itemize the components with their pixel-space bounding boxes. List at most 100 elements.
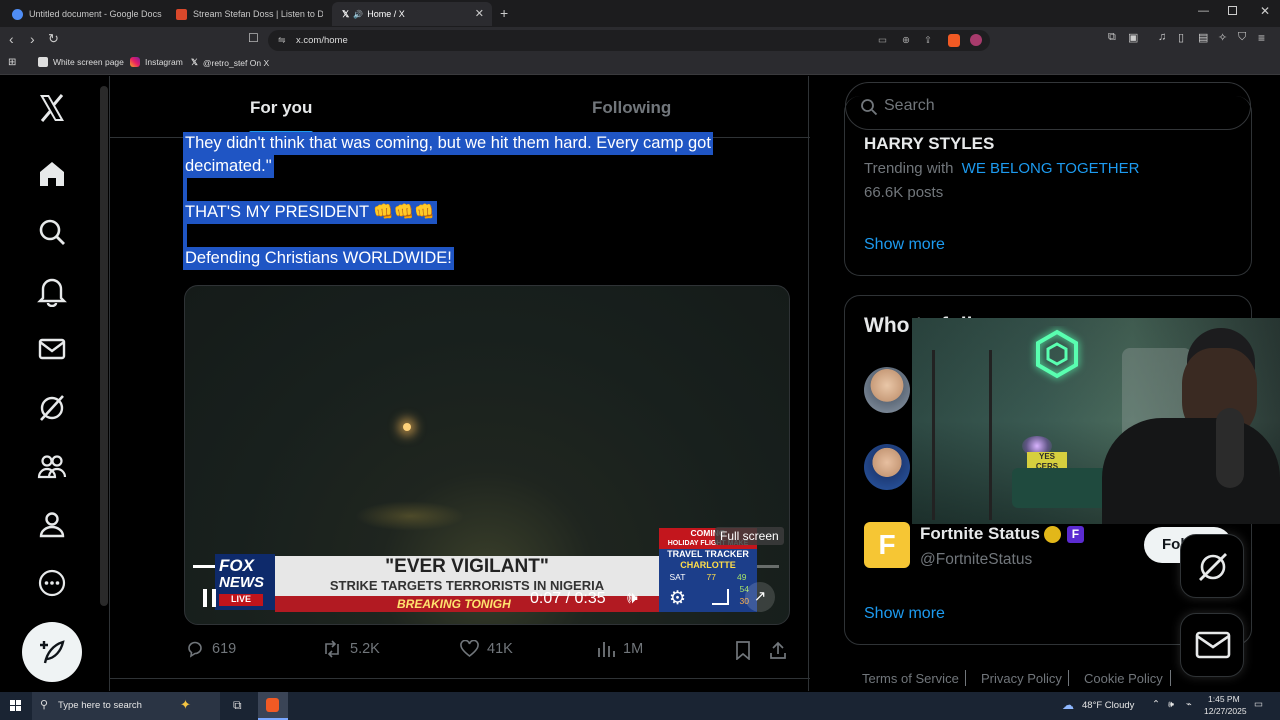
picture-in-picture-icon[interactable] (712, 589, 729, 605)
trend-posts: 66.6K posts (864, 184, 944, 201)
trend-with-label: Trending with (864, 160, 954, 177)
tab-following[interactable]: Following (592, 98, 671, 118)
bookmark-page-icon[interactable]: ☐ (248, 31, 259, 45)
brave-rewards-icon[interactable] (970, 34, 982, 46)
taskbar-brave-app[interactable] (258, 692, 288, 720)
tab-home-x[interactable]: 𝕏 🔊 Home / X ✕ (332, 2, 492, 26)
menu-icon[interactable]: ≡ (1258, 31, 1265, 45)
network-tray-icon[interactable]: ⌁ (1186, 699, 1192, 710)
tab-for-you[interactable]: For you (250, 98, 312, 118)
explore-search-icon[interactable] (36, 216, 68, 248)
messages-envelope-icon[interactable] (36, 333, 68, 365)
nav-scrollbar[interactable] (100, 86, 108, 606)
volume-tray-icon[interactable]: 🕪 (1168, 699, 1174, 710)
logo-text: NEWS (219, 574, 264, 591)
views-button[interactable]: 1M (597, 640, 643, 658)
notification-center-icon[interactable]: ▭ (1254, 699, 1263, 710)
tray-chevron-icon[interactable]: ⌃ (1152, 699, 1160, 710)
close-window-icon[interactable]: ✕ (1260, 4, 1270, 18)
tab-title: Untitled document - Google Docs (29, 9, 162, 19)
timeline-column: For you Following They didn't think that… (109, 76, 810, 691)
taskbar-time[interactable]: 1:45 PM (1208, 694, 1240, 704)
fullscreen-button[interactable]: ↗ (745, 582, 775, 612)
apps-grid-icon[interactable]: ⊞ (8, 57, 16, 68)
windows-start-icon[interactable] (10, 700, 22, 712)
sidebar-icon[interactable]: ▯ (1178, 31, 1184, 44)
footer-privacy-link[interactable]: Privacy Policy (981, 671, 1062, 686)
notifications-bell-icon[interactable] (36, 275, 68, 307)
extensions-icon[interactable]: ⧉ (1108, 31, 1116, 44)
like-button[interactable]: 41K (460, 640, 513, 658)
messages-floating-button[interactable] (1180, 613, 1244, 677)
fortnite-avatar[interactable]: F (864, 522, 910, 568)
url-field[interactable]: ⇋ x.com/home ▭ ⊕ ⇪ (268, 30, 990, 51)
footer-terms-link[interactable]: Terms of Service (862, 671, 959, 686)
breaking-text: BREAKING TONIGH (397, 597, 511, 611)
trend-with-tag[interactable]: WE BELONG TOGETHER (962, 160, 1140, 177)
back-icon[interactable]: ‹ (9, 31, 14, 47)
bookmark-label: Instagram (145, 57, 183, 67)
tab-stream[interactable]: Stream Stefan Doss | Listen to Decen (166, 2, 328, 26)
communities-icon[interactable] (36, 450, 68, 482)
avatar[interactable] (864, 367, 910, 413)
restore-icon[interactable] (1228, 6, 1237, 15)
profile-icon[interactable] (36, 508, 68, 540)
video-player[interactable]: FOX NEWS LIVE "EVER VIGILANT" STRIKE TAR… (184, 285, 790, 625)
compose-post-button[interactable] (22, 622, 82, 682)
more-options-icon[interactable] (36, 567, 68, 599)
grok-floating-button[interactable] (1180, 534, 1244, 598)
reply-count: 619 (212, 641, 237, 657)
like-count: 41K (487, 641, 513, 657)
wallet-icon[interactable]: ▤ (1198, 31, 1208, 44)
forward-icon[interactable]: › (30, 31, 35, 47)
zoom-icon[interactable]: ⊕ (902, 30, 910, 51)
repost-count: 5.2K (350, 641, 380, 657)
bookmark-label: White screen page (53, 57, 124, 67)
share-icon[interactable]: ⇪ (924, 30, 932, 51)
taskbar-weather[interactable]: 48°F Cloudy (1082, 700, 1134, 711)
bookmark-instagram[interactable]: Instagram (130, 57, 183, 67)
neon-hexagon-lights (1036, 329, 1078, 379)
brave-shield-icon[interactable] (948, 34, 960, 47)
settings-gear-icon[interactable]: ⚙ (669, 587, 686, 610)
shelf (932, 350, 992, 520)
close-tab-icon[interactable]: ✕ (475, 7, 484, 20)
screenshot-icon[interactable]: ▣ (1128, 31, 1138, 44)
reply-bubble-icon (188, 641, 202, 658)
x-logo-icon[interactable] (36, 92, 68, 124)
bookmark-white-screen[interactable]: White screen page (38, 57, 124, 67)
account-name-row[interactable]: Fortnite Status F (920, 524, 1084, 544)
reply-button[interactable]: 619 (186, 640, 236, 658)
panel-text: SAT (669, 572, 686, 582)
cast-icon[interactable]: ▭ (878, 30, 887, 51)
grok-icon[interactable] (36, 392, 68, 424)
bookmark-icon[interactable] (735, 641, 751, 660)
heart-icon (460, 640, 479, 658)
tab-google-docs[interactable]: Untitled document - Google Docs (2, 2, 164, 26)
bookmarks-bar: ⊞ White screen page Instagram 𝕏 @retro_s… (0, 53, 1280, 75)
volume-icon[interactable]: 🕪 (627, 588, 638, 608)
vpn-icon[interactable]: ⛉ (1238, 31, 1246, 44)
account-handle: @FortniteStatus (920, 551, 1033, 568)
search-highlight-icon: ✦ (180, 697, 191, 712)
home-icon[interactable] (36, 158, 68, 190)
search-input[interactable]: Search (845, 82, 1251, 130)
task-view-icon[interactable]: ⧉ (233, 698, 242, 713)
media-icon[interactable]: ♫ (1158, 31, 1166, 43)
leo-ai-icon[interactable]: ✧ (1218, 31, 1227, 44)
footer-cookie-link[interactable]: Cookie Policy (1084, 671, 1163, 686)
show-more-link[interactable]: Show more (864, 605, 945, 623)
share-post-icon[interactable] (769, 641, 787, 660)
trend-title[interactable]: HARRY STYLES (864, 134, 994, 154)
repost-button[interactable]: 5.2K (322, 640, 380, 658)
taskbar-date[interactable]: 12/27/2025 (1204, 706, 1247, 716)
show-more-link[interactable]: Show more (864, 236, 945, 254)
reload-icon[interactable]: ↻ (48, 31, 59, 47)
new-tab-icon[interactable]: + (500, 5, 508, 21)
pause-icon[interactable] (203, 589, 217, 607)
post-text-line: They didn't think that was coming, but w… (183, 132, 713, 155)
bookmark-retro-stef[interactable]: 𝕏 @retro_stef On X (191, 57, 269, 68)
avatar[interactable] (864, 444, 910, 490)
minimize-icon[interactable]: — (1198, 5, 1209, 17)
taskbar-search[interactable]: ⚲ Type here to search ✦ (32, 692, 220, 720)
